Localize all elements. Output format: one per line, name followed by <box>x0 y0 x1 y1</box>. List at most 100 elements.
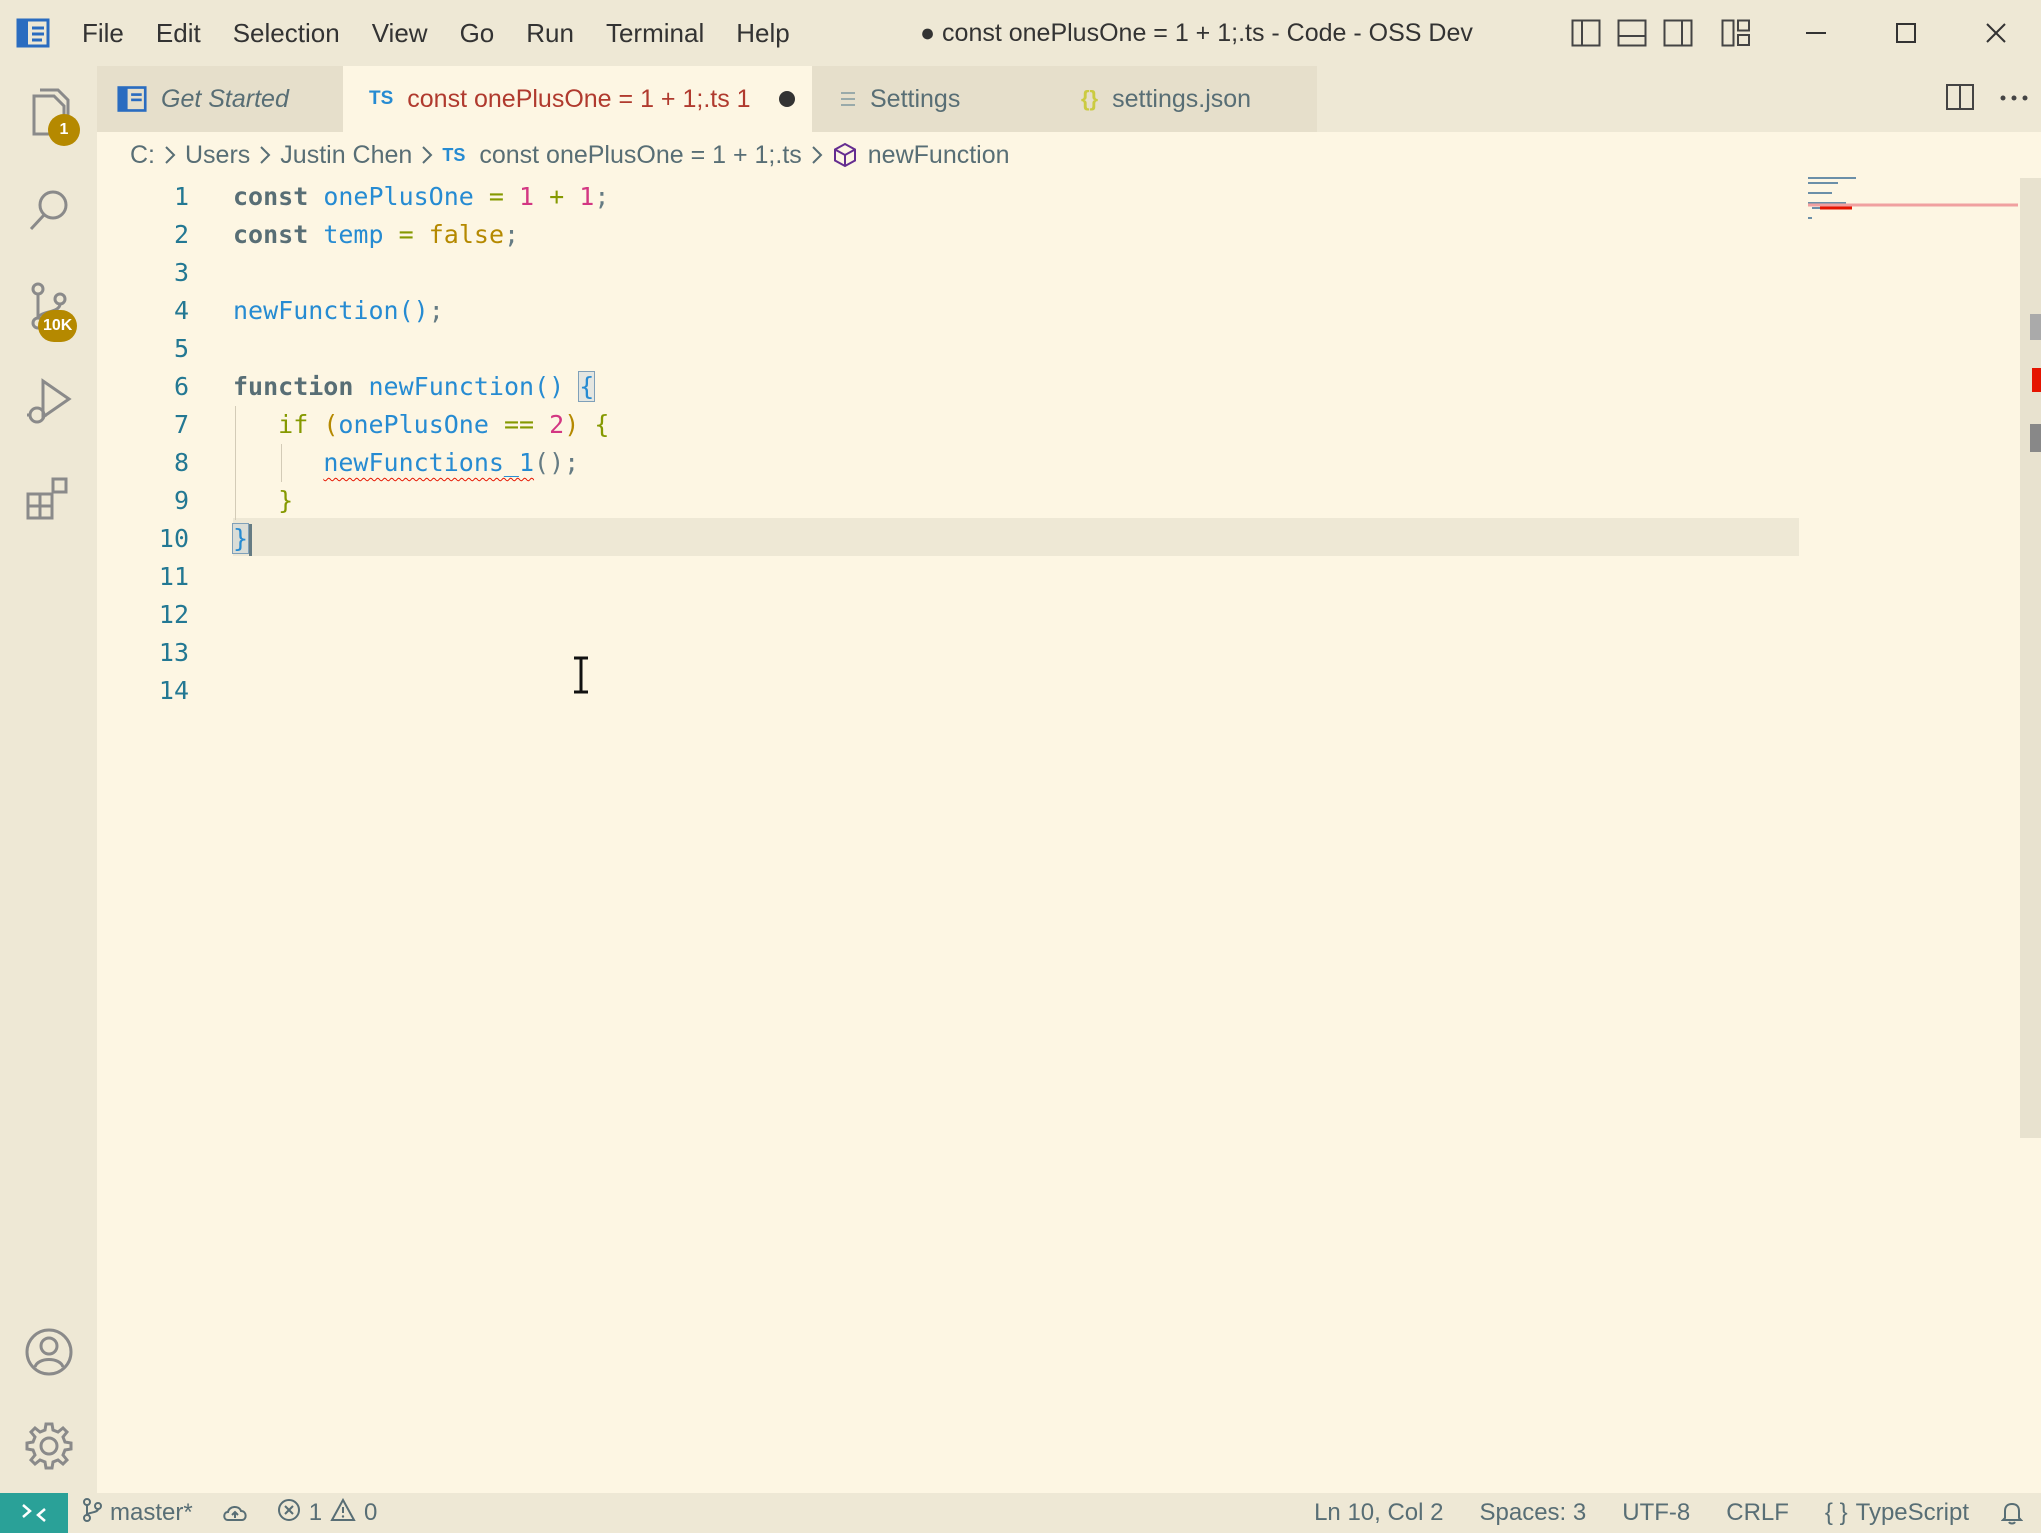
explorer-icon[interactable]: 1 <box>0 66 97 162</box>
json-file-icon: {} <box>1081 86 1099 111</box>
breadcrumb-user-folder[interactable]: Justin Chen <box>280 141 412 170</box>
title-bar: File Edit Selection View Go Run Terminal… <box>0 0 2041 66</box>
scrollbar-slider[interactable] <box>2030 314 2041 340</box>
accounts-icon[interactable] <box>0 1304 97 1400</box>
tab-settings-json[interactable]: {} settings.json <box>1053 66 1317 132</box>
toggle-primary-sidebar-icon[interactable] <box>1570 17 1602 49</box>
more-actions-icon[interactable] <box>1999 90 2029 108</box>
app-logo-icon <box>0 0 66 66</box>
ibeam-cursor-icon <box>572 656 590 699</box>
line-number: 13 <box>158 638 189 667</box>
breadcrumb-users[interactable]: Users <box>185 141 250 170</box>
line-number: 3 <box>173 258 189 287</box>
minimap[interactable] <box>1808 170 2018 230</box>
matching-bracket: } <box>231 523 250 554</box>
error-squiggle[interactable]: newFunctions_1 <box>323 448 534 477</box>
code-line-2[interactable]: const temp = false; <box>233 216 609 254</box>
encoding[interactable]: UTF-8 <box>1604 1493 1708 1533</box>
customize-layout-icon[interactable] <box>1720 17 1752 49</box>
code-line-1[interactable]: const onePlusOne = 1 + 1; <box>233 178 609 216</box>
typescript-file-icon: TS <box>442 144 466 165</box>
menu-view[interactable]: View <box>356 0 444 66</box>
notifications-bell-icon[interactable] <box>1987 1493 2041 1533</box>
git-branch-label: master* <box>110 1499 193 1526</box>
menu-terminal[interactable]: Terminal <box>590 0 720 66</box>
code-line-5[interactable] <box>233 330 609 368</box>
code-line-3[interactable] <box>233 254 609 292</box>
line-number-gutter: 1 2 3 4 5 6 7 8 9 10 11 12 13 14 <box>97 178 207 710</box>
tab-get-started[interactable]: Get Started <box>97 66 343 132</box>
toggle-secondary-sidebar-icon[interactable] <box>1662 17 1694 49</box>
menu-go[interactable]: Go <box>444 0 511 66</box>
line-number: 1 <box>173 182 189 211</box>
editor-actions <box>1945 66 2029 132</box>
close-window-icon[interactable] <box>1951 0 2041 66</box>
source-control-badge: 10K <box>38 310 78 342</box>
unsaved-dot-icon[interactable] <box>778 91 795 107</box>
split-editor-icon[interactable] <box>1945 83 1975 116</box>
problems-indicator[interactable]: 1 0 <box>263 1493 392 1533</box>
code-content[interactable]: const onePlusOne = 1 + 1; const temp = f… <box>231 178 609 710</box>
code-line-10[interactable]: } <box>231 520 609 558</box>
code-line-11[interactable] <box>233 558 609 596</box>
code-line-14[interactable] <box>233 672 609 710</box>
minimize-icon[interactable] <box>1771 0 1861 66</box>
remote-indicator-icon[interactable] <box>0 1493 68 1533</box>
end-of-line[interactable]: CRLF <box>1708 1493 1807 1533</box>
chevron-right-icon <box>258 144 272 166</box>
search-icon[interactable] <box>0 162 97 258</box>
breadcrumb-file[interactable]: TS const onePlusOne = 1 + 1;.ts <box>442 141 801 170</box>
line-number: 10 <box>158 524 189 553</box>
code-line-7[interactable]: if (onePlusOne == 2) { <box>233 406 609 444</box>
maximize-icon[interactable] <box>1861 0 1951 66</box>
breadcrumb-symbol[interactable]: newFunction <box>832 141 1010 170</box>
menu-selection[interactable]: Selection <box>217 0 356 66</box>
indentation[interactable]: Spaces: 3 <box>1462 1493 1605 1533</box>
menu-file[interactable]: File <box>66 0 140 66</box>
extensions-icon[interactable] <box>0 450 97 546</box>
window-controls <box>1771 0 2041 66</box>
menu-help[interactable]: Help <box>720 0 805 66</box>
code-line-8[interactable]: newFunctions_1(); <box>233 444 609 482</box>
toggle-panel-icon[interactable] <box>1616 17 1648 49</box>
language-mode[interactable]: { } TypeScript <box>1807 1493 1987 1533</box>
code-line-12[interactable] <box>233 596 609 634</box>
menu-bar: File Edit Selection View Go Run Terminal… <box>66 0 806 66</box>
line-number: 8 <box>173 448 189 477</box>
code-line-9[interactable]: } <box>233 482 609 520</box>
line-number: 6 <box>173 372 189 401</box>
vertical-scrollbar[interactable] <box>2020 178 2041 1138</box>
sync-cloud-icon[interactable] <box>207 1493 263 1533</box>
tab-label: const onePlusOne = 1 + 1;.ts 1 <box>407 84 751 113</box>
line-number: 4 <box>173 296 189 325</box>
git-branch[interactable]: master* <box>68 1493 207 1533</box>
line-number: 12 <box>158 600 189 629</box>
code-line-6[interactable]: function newFunction() { <box>233 368 609 406</box>
tab-active-ts-file[interactable]: TS const onePlusOne = 1 + 1;.ts 1 <box>343 66 812 132</box>
manage-gear-icon[interactable] <box>0 1398 97 1494</box>
menu-edit[interactable]: Edit <box>140 0 217 66</box>
line-number: 14 <box>158 676 189 705</box>
language-braces-icon: { } <box>1824 1499 1848 1526</box>
symbol-method-icon <box>832 142 858 168</box>
get-started-icon <box>117 84 147 114</box>
code-editor[interactable]: 1 2 3 4 5 6 7 8 9 10 11 12 13 14 const o… <box>97 178 2041 1493</box>
tab-settings[interactable]: Settings <box>812 66 1053 132</box>
status-bar: master* 1 0 Ln 10, Col 2 Spaces: 3 UTF-8… <box>0 1493 2041 1533</box>
chevron-right-icon <box>163 144 177 166</box>
cursor-position[interactable]: Ln 10, Col 2 <box>1296 1493 1461 1533</box>
menu-run[interactable]: Run <box>510 0 590 66</box>
tab-label: Settings <box>870 84 961 113</box>
code-line-4[interactable]: newFunction(); <box>233 292 609 330</box>
breadcrumb-drive[interactable]: C: <box>130 141 155 170</box>
tab-label: Get Started <box>161 84 289 113</box>
breadcrumb-file-label: const onePlusOne = 1 + 1;.ts <box>479 140 802 169</box>
warning-icon <box>330 1497 356 1529</box>
text-cursor <box>249 524 253 556</box>
code-line-13[interactable] <box>233 634 609 672</box>
matching-bracket: { <box>578 371 596 402</box>
line-number: 9 <box>173 486 189 515</box>
settings-icon <box>840 89 856 109</box>
run-debug-icon[interactable] <box>0 354 97 450</box>
source-control-icon[interactable]: 10K <box>0 258 97 354</box>
